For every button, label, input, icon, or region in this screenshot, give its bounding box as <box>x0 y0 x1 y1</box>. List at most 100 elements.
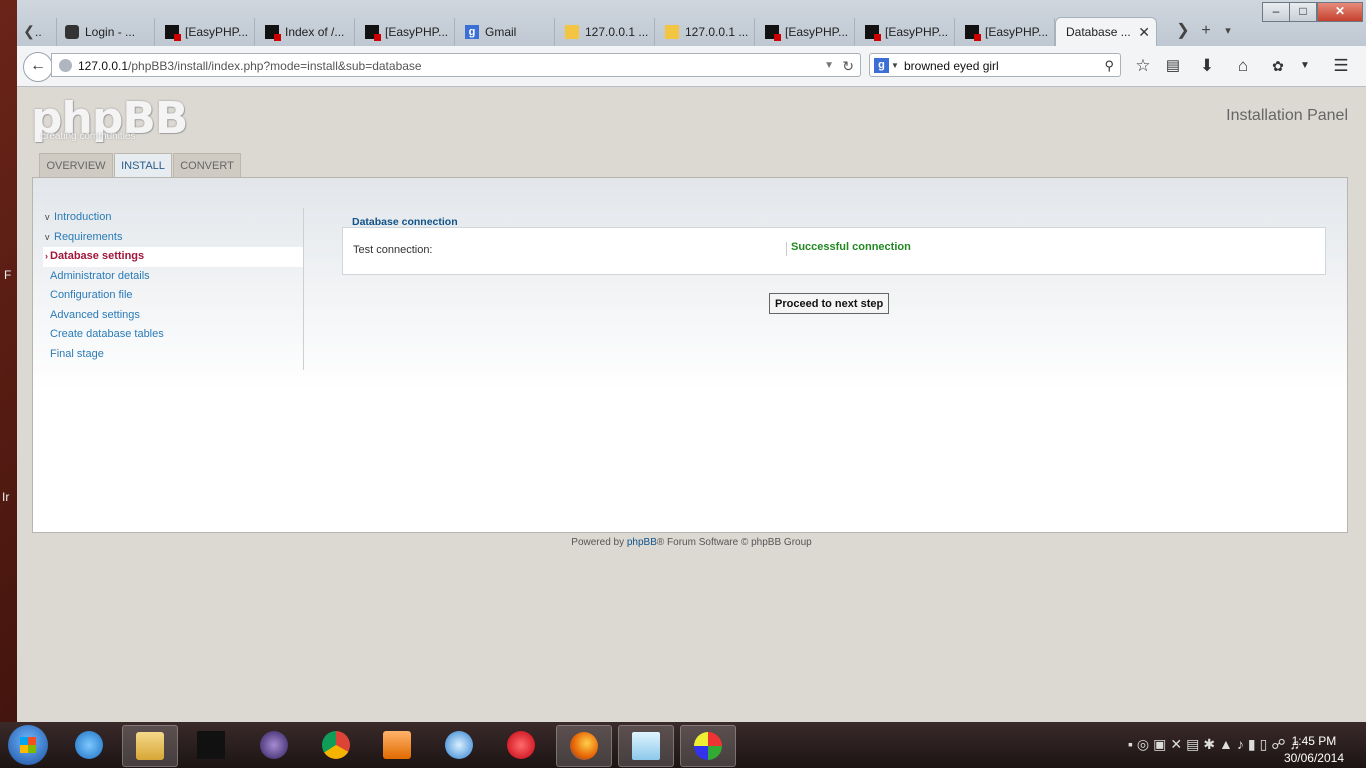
tab-easyphp-5[interactable]: [EasyPHP... <box>957 18 1055 46</box>
page-content: phpBB creating communities Installation … <box>17 87 1366 722</box>
google-icon[interactable]: g <box>874 58 889 73</box>
menu-item-label: Introduction <box>54 211 112 223</box>
menu-item-label: Requirements <box>54 230 123 243</box>
clock-date: 30/06/2014 <box>1283 751 1344 765</box>
tab-scroll-right-button[interactable]: ❯ <box>1172 18 1194 44</box>
taskbar-explorer-button[interactable] <box>122 725 178 767</box>
tab-label: [EasyPHP... <box>185 25 249 39</box>
page-footer: Powered by phpBB® Forum Software © phpBB… <box>17 537 1366 548</box>
lock-icon <box>65 25 79 39</box>
folder-icon <box>136 732 164 760</box>
notepad-icon <box>632 732 660 760</box>
taskbar-eclipse-button[interactable] <box>247 725 301 765</box>
url-bar[interactable]: 127.0.0.1/phpBB3/install/index.php?mode=… <box>51 53 861 77</box>
tab-label: 127.0.0.1 ... <box>585 25 649 39</box>
tab-pma-1[interactable]: 127.0.0.1 ... <box>557 18 655 46</box>
taskbar-firefox-button[interactable] <box>556 725 612 767</box>
proceed-next-step-button[interactable]: Proceed to next step <box>769 293 890 314</box>
back-button[interactable]: ← <box>23 52 53 82</box>
taskbar-media-button[interactable] <box>370 725 424 765</box>
phpbb-footer-link[interactable]: phpBB <box>627 537 657 548</box>
easyphp-icon <box>865 25 881 41</box>
install-panel: v Introduction v Requirements › Database… <box>32 177 1348 533</box>
tab-strip: ❮ .. Login - ... [EasyPHP... Index of /.… <box>17 0 1366 46</box>
tab-convert[interactable]: CONVERT <box>173 153 241 177</box>
new-tab-button[interactable]: + <box>1195 18 1217 44</box>
footer-prefix: Powered by <box>571 537 627 548</box>
start-button[interactable] <box>8 725 48 765</box>
history-dropdown-icon[interactable]: ▼ <box>824 54 834 78</box>
menu-item-create-database-tables[interactable]: Create database tables <box>43 325 303 345</box>
menu-icon[interactable]: ☰ <box>1330 55 1352 77</box>
pma-icon <box>565 25 579 39</box>
taskbar-safari-button[interactable] <box>432 725 486 765</box>
taskbar-opera-button[interactable] <box>494 725 548 765</box>
tab-label: 127.0.0.1 ... <box>685 25 749 39</box>
taskbar-chrome-button[interactable] <box>309 725 363 765</box>
tab-install[interactable]: INSTALL <box>114 153 172 178</box>
taskbar-ie-button[interactable] <box>62 725 116 765</box>
tab-overview[interactable]: OVERVIEW <box>39 153 113 177</box>
tab-easyphp-2[interactable]: [EasyPHP... <box>357 18 455 46</box>
easyphp-icon <box>365 25 381 41</box>
tab-label: Gmail <box>485 25 517 39</box>
tab-login[interactable]: Login - ... <box>57 18 155 46</box>
easyphp-icon <box>765 25 781 41</box>
search-bar[interactable]: g ▼ browned eyed girl ⚲ <box>869 53 1121 77</box>
menu-item-advanced-settings[interactable]: Advanced settings <box>43 306 303 326</box>
easyphp-icon <box>165 25 181 41</box>
menu-item-requirements[interactable]: v Requirements <box>43 228 303 248</box>
tab-label: [EasyPHP... <box>785 25 849 39</box>
addon-icon[interactable]: ✿ <box>1267 55 1289 77</box>
tab-index-of[interactable]: Index of /... <box>257 18 355 46</box>
system-tray[interactable]: ▪◎▣✕▤✱▲♪▮▯☍♫ <box>1128 736 1304 753</box>
tab-pma-2[interactable]: 127.0.0.1 ... <box>657 18 755 46</box>
minimize-button[interactable]: – <box>1262 2 1290 22</box>
chrome-icon <box>322 731 350 759</box>
close-icon[interactable]: ✕ <box>1138 18 1150 46</box>
home-icon[interactable]: ⌂ <box>1232 55 1254 77</box>
tab-list-button[interactable]: ▾ <box>1217 18 1239 44</box>
tab-fragment[interactable]: .. <box>35 18 57 46</box>
reload-icon[interactable]: ↻ <box>842 54 854 78</box>
media-player-icon <box>383 731 411 759</box>
search-engine-dropdown-icon[interactable]: ▼ <box>891 54 899 78</box>
footer-suffix: ® Forum Software © phpBB Group <box>656 537 812 548</box>
menu-item-configuration-file[interactable]: Configuration file <box>43 286 303 306</box>
maximize-button[interactable]: □ <box>1289 2 1317 22</box>
tab-easyphp-1[interactable]: [EasyPHP... <box>157 18 255 46</box>
internet-explorer-icon <box>75 731 103 759</box>
downloads-icon[interactable]: ⬇ <box>1196 55 1218 77</box>
taskbar-notepad-button[interactable] <box>618 725 674 767</box>
menu-item-label: Final stage <box>50 347 104 360</box>
menu-item-database-settings[interactable]: › Database settings <box>43 247 303 267</box>
taskbar-easyphp-button[interactable] <box>184 725 238 765</box>
url-path: /phpBB3/install/index.php?mode=install&s… <box>128 59 422 73</box>
checkmark-icon: v <box>45 212 50 222</box>
tab-gmail[interactable]: g Gmail <box>457 18 555 46</box>
menu-item-final-stage[interactable]: Final stage <box>43 345 303 365</box>
menu-item-administrator-details[interactable]: Administrator details <box>43 267 303 287</box>
logo-tagline: creating communities <box>41 131 136 142</box>
tab-database-active[interactable]: Database ... ✕ <box>1055 17 1157 46</box>
tab-easyphp-4[interactable]: [EasyPHP... <box>857 18 955 46</box>
pma-icon <box>665 25 679 39</box>
tab-easyphp-3[interactable]: [EasyPHP... <box>757 18 855 46</box>
search-input[interactable]: browned eyed girl <box>904 59 999 73</box>
addon-dropdown-icon[interactable]: ▼ <box>1294 55 1316 77</box>
safari-icon <box>445 731 473 759</box>
menu-item-introduction[interactable]: v Introduction <box>43 208 303 228</box>
bookmarks-list-icon[interactable]: ▤ <box>1162 55 1184 77</box>
install-steps-menu: v Introduction v Requirements › Database… <box>43 208 304 370</box>
menu-item-label: Administrator details <box>50 269 150 282</box>
opera-icon <box>507 731 535 759</box>
desktop-fragment: F <box>4 268 12 282</box>
bookmark-star-icon[interactable]: ☆ <box>1132 55 1154 77</box>
clock-time: 1:45 PM <box>1291 734 1337 748</box>
search-icon[interactable]: ⚲ <box>1104 54 1114 78</box>
close-window-button[interactable]: ✕ <box>1317 2 1363 22</box>
taskbar-paint-button[interactable] <box>680 725 736 767</box>
clock[interactable]: 1:45 PM 30/06/2014 <box>1284 733 1344 767</box>
google-icon: g <box>465 25 479 39</box>
tab-label: Index of /... <box>285 25 345 39</box>
